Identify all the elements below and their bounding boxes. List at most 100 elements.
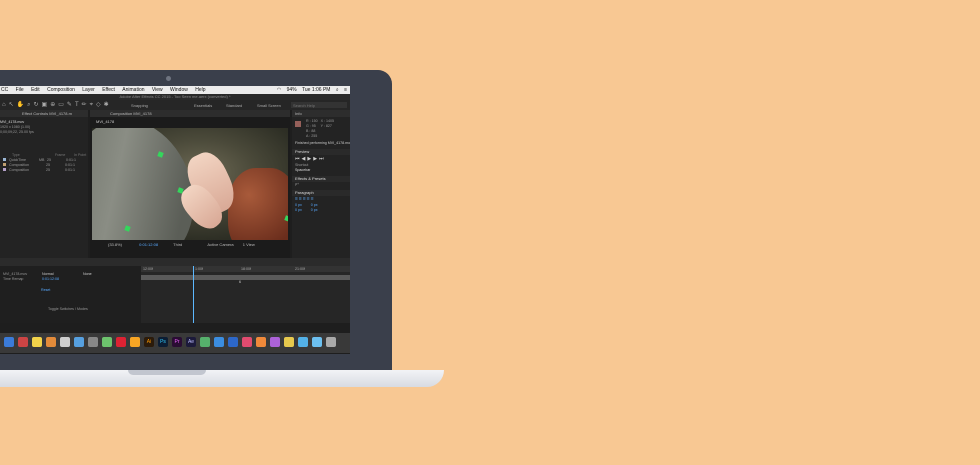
menu-item-edit[interactable]: Edit [31, 87, 40, 93]
menu-item-composition[interactable]: Composition [47, 87, 75, 93]
laptop-notch [128, 370, 206, 375]
dock: Ai Ps Pr Ae [0, 333, 350, 353]
camera-select[interactable]: Active Camera [207, 242, 233, 247]
search-help-input[interactable] [291, 102, 347, 108]
ruler-label: 21:00f [295, 267, 305, 271]
row-in-point: 0:01:1 [65, 168, 75, 172]
time-remap-row[interactable]: Time Remap 0:01:12:08 [0, 277, 140, 282]
timeline-grid[interactable]: 12:00f 1:00f 18:00f 21:00f 6 [141, 266, 350, 323]
timeline-tabs: MVI_4178 [0, 258, 350, 272]
comp-timecode[interactable]: 0:01:12:08 [139, 242, 158, 247]
sketch-app-icon[interactable] [130, 337, 140, 347]
premiere-icon[interactable]: Pr [172, 337, 182, 347]
workspace-standard[interactable]: Standard [226, 103, 242, 108]
menu-item-file[interactable]: File [16, 87, 24, 93]
eraser-tool-icon[interactable]: ◇ [96, 102, 104, 108]
row-type: Composition [9, 168, 29, 172]
playhead[interactable] [193, 266, 194, 323]
clock[interactable]: Tue 1:06 PM [302, 87, 330, 93]
hand-tool-icon[interactable]: ✋ [17, 102, 27, 108]
menu-item-window[interactable]: Window [170, 87, 188, 93]
menu-status-area: ◠ 94% Tue 1:06 PM ⌕ ≡ [273, 86, 347, 94]
illustrator-icon[interactable]: Ai [144, 337, 154, 347]
last-frame-icon[interactable]: ⏭ [319, 156, 326, 162]
zoom-level[interactable]: (33.8%) [108, 242, 122, 247]
safari-icon[interactable] [214, 337, 224, 347]
wifi-icon[interactable]: ◠ [277, 87, 281, 93]
project-panel: Effect Controls MVI_4178.m MVI_4178.mov … [0, 110, 88, 258]
preview-icon[interactable] [60, 337, 70, 347]
mail-icon[interactable] [74, 337, 84, 347]
keyframe-value[interactable]: 6 [239, 280, 350, 285]
space-after[interactable]: 0 px [311, 208, 318, 212]
menu-item-effect[interactable]: Effect [102, 87, 115, 93]
menu-item-cc[interactable]: CC [1, 87, 8, 93]
reset-link[interactable]: Reset [41, 288, 50, 292]
effects-search-input[interactable]: ρ+ [292, 182, 350, 187]
chrome-icon[interactable] [284, 337, 294, 347]
photoshop-icon[interactable]: Ps [158, 337, 168, 347]
list-item[interactable]: Composition 25 0:01:1 [0, 168, 88, 173]
camera-tool-icon[interactable]: ▣ [42, 102, 51, 108]
puppet-tool-icon[interactable]: ✱ [104, 102, 112, 108]
composition-tab-label: Composition MVI_4178 [110, 111, 152, 116]
downloads-folder-icon[interactable] [298, 337, 308, 347]
podcasts-icon[interactable] [270, 337, 280, 347]
effect-controls-tab[interactable]: Effect Controls MVI_4178.m [0, 110, 88, 117]
comp-sub-tab[interactable]: MVI_4178 [90, 117, 290, 126]
workspace-small-screen[interactable]: Small Screen [257, 103, 281, 108]
spotlight-icon[interactable]: ⌕ [336, 87, 339, 93]
viewer-footer: (33.8%) 0:01:12:08 Third Active Camera 1… [92, 241, 288, 249]
music-icon[interactable] [242, 337, 252, 347]
indent-left[interactable]: 0 px [295, 203, 302, 207]
after-effects-icon[interactable]: Ae [186, 337, 196, 347]
menu-item-help[interactable]: Help [195, 87, 205, 93]
paragraph-spacing: 0 px 0 px [292, 208, 350, 213]
maps-icon[interactable] [102, 337, 112, 347]
menu-item-animation[interactable]: Animation [122, 87, 144, 93]
time-remap-label: Time Remap [3, 277, 24, 281]
composition-viewer[interactable] [92, 128, 288, 240]
rotate-tool-icon[interactable]: ↻ [34, 102, 42, 108]
views-select[interactable]: 1 View [243, 242, 255, 247]
menu-item-layer[interactable]: Layer [82, 87, 95, 93]
info-status: Finished performing MVI_4178.mov [295, 141, 350, 145]
workspace-essentials[interactable]: Essentials [194, 103, 212, 108]
sketch-icon[interactable] [116, 337, 126, 347]
time-ruler[interactable]: 12:00f 1:00f 18:00f 21:00f [141, 266, 350, 272]
finder-icon[interactable] [4, 337, 14, 347]
indent-right[interactable]: 0 px [311, 203, 318, 207]
snapping-toggle[interactable]: Snapping [131, 103, 148, 108]
app-store-icon[interactable] [228, 337, 238, 347]
composition-tab[interactable]: Composition MVI_4178 [90, 110, 290, 117]
battery-level[interactable]: 94% [287, 87, 297, 93]
menu-item-view[interactable]: View [152, 87, 163, 93]
calendar-icon[interactable] [18, 337, 28, 347]
books-icon[interactable] [256, 337, 266, 347]
info-panel-title[interactable]: Info [292, 110, 350, 117]
messages-icon[interactable] [200, 337, 210, 347]
system-prefs-icon[interactable] [88, 337, 98, 347]
toggle-switches[interactable]: Toggle Switches / Modes [0, 307, 140, 312]
notes-icon[interactable] [32, 337, 42, 347]
view-mode[interactable]: Third [173, 242, 182, 247]
home-icon[interactable]: ⌂ [2, 102, 9, 108]
documents-folder-icon[interactable] [312, 337, 322, 347]
photos-icon[interactable] [46, 337, 56, 347]
tool-icons: ⌂↖✋⌕↻▣⊕▭✎T✏⌖◇✱ [2, 102, 112, 108]
rect-tool-icon[interactable]: ▭ [58, 102, 67, 108]
timeline-layers: MVI_4178.mov Normal None Time Remap 0:01… [0, 266, 140, 323]
menu-list-icon[interactable]: ≡ [344, 87, 347, 93]
justify-last-icon[interactable]: ≡ [311, 196, 315, 202]
brush-tool-icon[interactable]: ✏ [82, 102, 90, 108]
indent-first[interactable]: 0 px [295, 208, 302, 212]
paragraph-align-buttons: ≡≡≡≡≡ [292, 196, 350, 203]
selection-tool-icon[interactable]: ↖ [9, 102, 17, 108]
time-remap-value[interactable]: 0:01:12:08 [42, 277, 59, 281]
laptop-lid: CC File Edit Composition Layer Effect An… [0, 70, 392, 370]
trash-icon[interactable] [326, 337, 336, 347]
shortcut-select[interactable]: Spacebar [292, 168, 350, 173]
layer-parent[interactable]: None [83, 272, 92, 276]
text-tool-icon[interactable]: T [75, 102, 82, 108]
pen-tool-icon[interactable]: ✎ [67, 102, 75, 108]
